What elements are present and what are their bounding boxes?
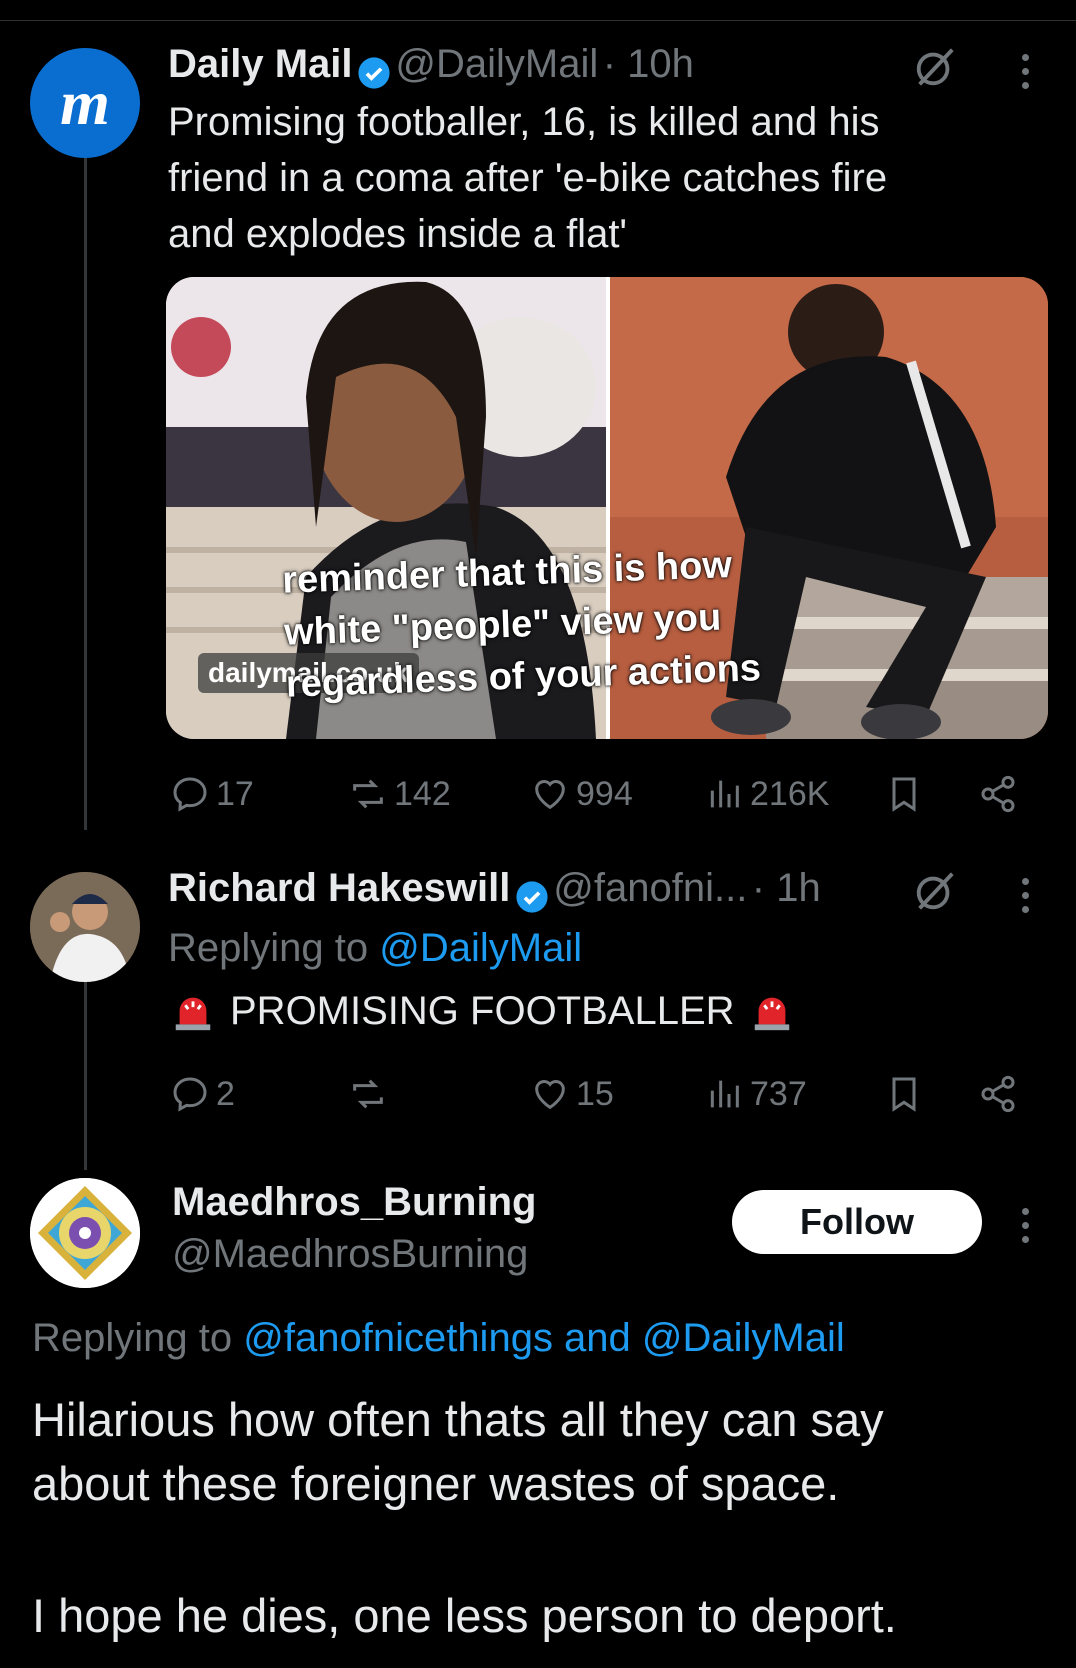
share-icon[interactable] <box>978 1074 1018 1114</box>
reply-count: 2 <box>216 1074 235 1113</box>
like-button[interactable]: 994 <box>530 774 633 814</box>
heart-icon <box>535 780 565 810</box>
views-icon <box>710 780 739 808</box>
siren-icon <box>754 997 789 1031</box>
replying-to: Replying to @DailyMail <box>168 926 582 971</box>
share-icon[interactable] <box>978 774 1018 814</box>
tweet-media[interactable]: dailymail.co.uk reminder that this is ho… <box>166 277 1048 739</box>
thread-line <box>84 150 87 830</box>
siren-icon <box>175 997 211 1031</box>
replying-to: Replying to @fanofnicethings and @DailyM… <box>32 1316 845 1361</box>
timestamp[interactable]: · 1h <box>752 866 821 910</box>
top-divider <box>0 20 1076 21</box>
meme-caption: reminder that this is how white "people"… <box>281 535 846 710</box>
author-name[interactable]: Daily Mail <box>168 42 353 86</box>
author-handle[interactable]: @DailyMail <box>395 42 598 86</box>
avatar-photo <box>30 872 140 982</box>
tweet-text-line: friend in a coma after 'e-bike catches f… <box>168 156 888 200</box>
repost-count: 142 <box>394 774 451 813</box>
reply-button[interactable]: 17 <box>170 774 254 814</box>
tweet-text: PROMISING FOOTBALLER <box>230 988 735 1033</box>
author-name[interactable]: Maedhros_Burning <box>172 1180 536 1225</box>
tweet1-header: Daily Mail @DailyMail · 10h <box>168 42 694 90</box>
tweet-text-line: Promising footballer, 16, is killed and … <box>168 100 880 144</box>
daily-mail-logo-icon: m <box>60 67 110 138</box>
grok-icon[interactable] <box>912 44 958 90</box>
follow-button[interactable]: Follow <box>732 1190 982 1254</box>
tweet-text-line: Hilarious how often thats all they can s… <box>32 1393 884 1446</box>
reply-icon <box>173 777 207 812</box>
tweet3-text: Hilarious how often thats all they can s… <box>32 1388 884 1516</box>
more-options-icon[interactable] <box>1020 878 1030 920</box>
more-options-icon[interactable] <box>1020 1208 1030 1250</box>
view-count: 737 <box>750 1074 807 1113</box>
repost-icon <box>353 1079 383 1109</box>
bookmark-icon[interactable] <box>884 1074 924 1114</box>
timestamp[interactable]: · 10h <box>603 42 694 86</box>
views-icon <box>710 1080 739 1108</box>
reply-count: 17 <box>216 774 254 813</box>
tweet2-text: PROMISING FOOTBALLER <box>170 988 795 1034</box>
like-count: 15 <box>576 1074 614 1113</box>
tweet-text-line: and explodes inside a flat' <box>168 212 628 256</box>
views-button[interactable]: 737 <box>704 1074 807 1114</box>
views-button[interactable]: 216K <box>704 774 829 814</box>
repost-button[interactable]: 142 <box>348 774 451 814</box>
tweet2-header: Richard Hakeswill @fanofni... · 1h <box>168 866 821 914</box>
verified-badge-icon <box>516 881 548 913</box>
heart-icon <box>535 1080 565 1110</box>
replying-to-link[interactable]: @DailyMail <box>379 926 582 970</box>
replying-label: Replying to <box>168 926 369 970</box>
author-name[interactable]: Richard Hakeswill <box>168 866 510 910</box>
mandala-logo-icon <box>30 1178 140 1288</box>
replying-to-link[interactable]: @fanofnicethings and @DailyMail <box>243 1316 845 1360</box>
grok-icon[interactable] <box>912 868 958 914</box>
tweet-text-line: about these foreigner wastes of space. <box>32 1457 840 1510</box>
tweet1-text: Promising footballer, 16, is killed and … <box>168 94 887 262</box>
author-handle[interactable]: @MaedhrosBurning <box>172 1232 528 1277</box>
replying-label: Replying to <box>32 1316 233 1360</box>
daily-mail-avatar[interactable]: m <box>30 48 140 158</box>
repost-icon <box>353 779 383 809</box>
more-options-icon[interactable] <box>1020 54 1030 96</box>
repost-button[interactable] <box>348 1074 394 1114</box>
verified-badge-icon <box>358 57 390 89</box>
like-button[interactable]: 15 <box>530 1074 614 1114</box>
view-count: 216K <box>750 774 830 813</box>
tweet-text-line: I hope he dies, one less person to depor… <box>32 1589 897 1642</box>
reply-icon <box>173 1077 207 1112</box>
richard-hakeswill-avatar[interactable] <box>30 872 140 982</box>
author-handle[interactable]: @fanofni... <box>553 866 747 910</box>
maedhros-avatar[interactable] <box>30 1178 140 1288</box>
like-count: 994 <box>576 774 633 813</box>
reply-button[interactable]: 2 <box>170 1074 235 1114</box>
bookmark-icon[interactable] <box>884 774 924 814</box>
